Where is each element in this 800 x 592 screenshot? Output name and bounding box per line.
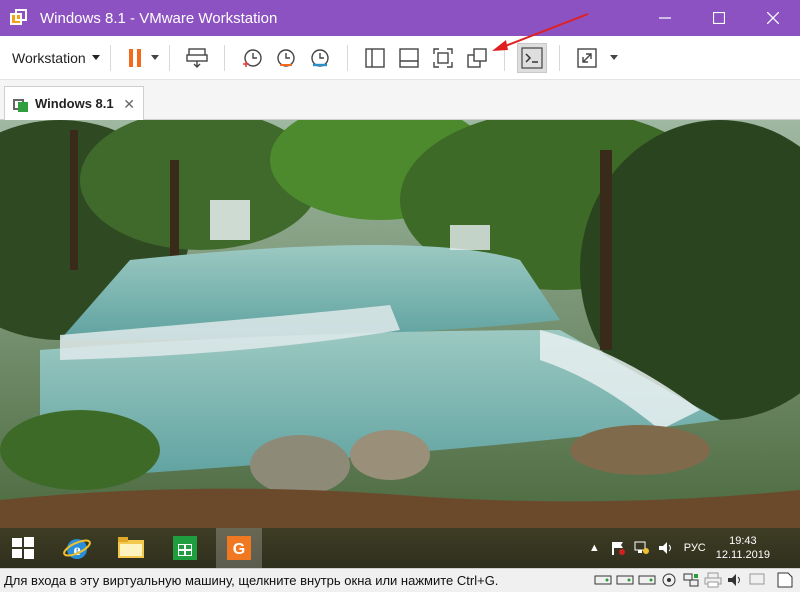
language-indicator[interactable]: РУС	[684, 542, 706, 554]
toolbar-divider	[503, 44, 505, 71]
toolbar-divider	[109, 44, 111, 71]
stretch-guest-button[interactable]	[572, 43, 602, 73]
windows-store-icon	[173, 536, 197, 560]
file-explorer-button[interactable]	[108, 528, 154, 568]
hdd-icon[interactable]	[594, 572, 612, 588]
display-icon[interactable]	[748, 572, 766, 588]
minimize-button[interactable]	[638, 0, 692, 36]
message-icon[interactable]	[776, 572, 794, 588]
take-snapshot-button[interactable]	[237, 43, 267, 73]
close-icon[interactable]: ✕	[123, 96, 135, 113]
library-view-button[interactable]	[360, 43, 390, 73]
desktop-wallpaper-waterfall	[0, 120, 800, 528]
tab-windows-8-1[interactable]: Windows 8.1 ✕	[4, 86, 144, 120]
clock-date: 12.11.2019	[715, 549, 770, 561]
status-message: Для входа в эту виртуальную машину, щелк…	[4, 573, 499, 588]
send-ctrl-alt-del-button[interactable]	[182, 43, 212, 73]
app-g-button[interactable]: G	[216, 528, 262, 568]
internet-explorer-button[interactable]: e	[54, 528, 100, 568]
unity-button[interactable]	[462, 43, 492, 73]
hdd3-icon[interactable]	[638, 572, 656, 588]
vm-console-screen[interactable]	[0, 120, 800, 528]
thumbnail-bar-icon	[398, 47, 419, 68]
snapshot-manager-button[interactable]	[305, 43, 335, 73]
file-explorer-icon	[118, 537, 144, 558]
toolbar-divider	[168, 44, 170, 71]
chevron-down-icon[interactable]	[609, 55, 618, 60]
close-button[interactable]	[746, 0, 800, 36]
main-toolbar: Workstation	[0, 36, 800, 80]
pause-icon-bar	[136, 48, 141, 67]
workstation-menu-label: Workstation	[12, 49, 86, 66]
vmware-app-icon	[10, 9, 28, 27]
windows-start-icon	[12, 537, 34, 559]
stretch-guest-icon	[576, 47, 597, 68]
chevron-down-icon	[91, 55, 100, 60]
action-center-flag-icon[interactable]	[610, 541, 626, 555]
status-bar: Для входа в эту виртуальную машину, щелк…	[0, 568, 800, 592]
close-icon	[767, 12, 779, 24]
unity-icon	[466, 47, 487, 68]
workstation-menu[interactable]: Workstation	[12, 50, 100, 66]
chevron-down-icon[interactable]	[150, 55, 159, 60]
full-screen-button[interactable]	[428, 43, 458, 73]
printer-icon[interactable]	[704, 572, 722, 588]
network-icon[interactable]	[682, 572, 700, 588]
windows-start-button[interactable]	[0, 528, 46, 568]
network-tray-icon[interactable]	[634, 541, 650, 555]
maximize-icon	[713, 12, 725, 24]
snapshot-take-icon	[242, 48, 262, 67]
console-view-button[interactable]	[516, 42, 547, 73]
hdd2-icon[interactable]	[616, 572, 634, 588]
svg-text:G: G	[233, 541, 245, 558]
sound-icon[interactable]	[726, 572, 744, 588]
title-bar: Windows 8.1 - VMware Workstation	[0, 0, 800, 36]
window-title: Windows 8.1 - VMware Workstation	[40, 9, 278, 27]
tab-strip: Windows 8.1 ✕	[0, 80, 800, 120]
chevron-up-icon[interactable]: ▲	[589, 542, 600, 554]
snapshot-manager-icon	[310, 48, 329, 67]
clock-time: 19:43	[729, 535, 757, 547]
revert-snapshot-button[interactable]	[271, 43, 301, 73]
guest-taskbar: e G ▲ РУС 19:43 12.11.2019	[0, 528, 800, 568]
pause-icon	[128, 48, 133, 67]
cd-icon[interactable]	[660, 572, 678, 588]
toolbar-divider	[558, 44, 560, 71]
snapshot-revert-icon	[276, 48, 295, 67]
thumbnail-bar-button[interactable]	[394, 43, 424, 73]
app-g-icon: G	[227, 536, 251, 560]
windows-store-button[interactable]	[162, 528, 208, 568]
full-screen-icon	[432, 47, 453, 68]
tray-clock[interactable]: 19:43 12.11.2019	[716, 534, 770, 562]
send-ctrl-alt-del-icon	[185, 47, 208, 68]
minimize-icon	[659, 17, 671, 19]
vm-tab-icon	[13, 96, 29, 112]
system-tray: ▲ РУС 19:43 12.11.2019	[589, 528, 800, 568]
tab-label: Windows 8.1	[35, 96, 114, 111]
volume-tray-icon[interactable]	[658, 541, 674, 555]
pause-button[interactable]	[128, 48, 159, 67]
console-view-icon	[521, 46, 543, 69]
maximize-button[interactable]	[692, 0, 746, 36]
toolbar-divider	[223, 44, 225, 71]
toolbar-divider	[346, 44, 348, 71]
library-view-icon	[364, 47, 385, 68]
internet-explorer-icon: e	[63, 539, 91, 559]
